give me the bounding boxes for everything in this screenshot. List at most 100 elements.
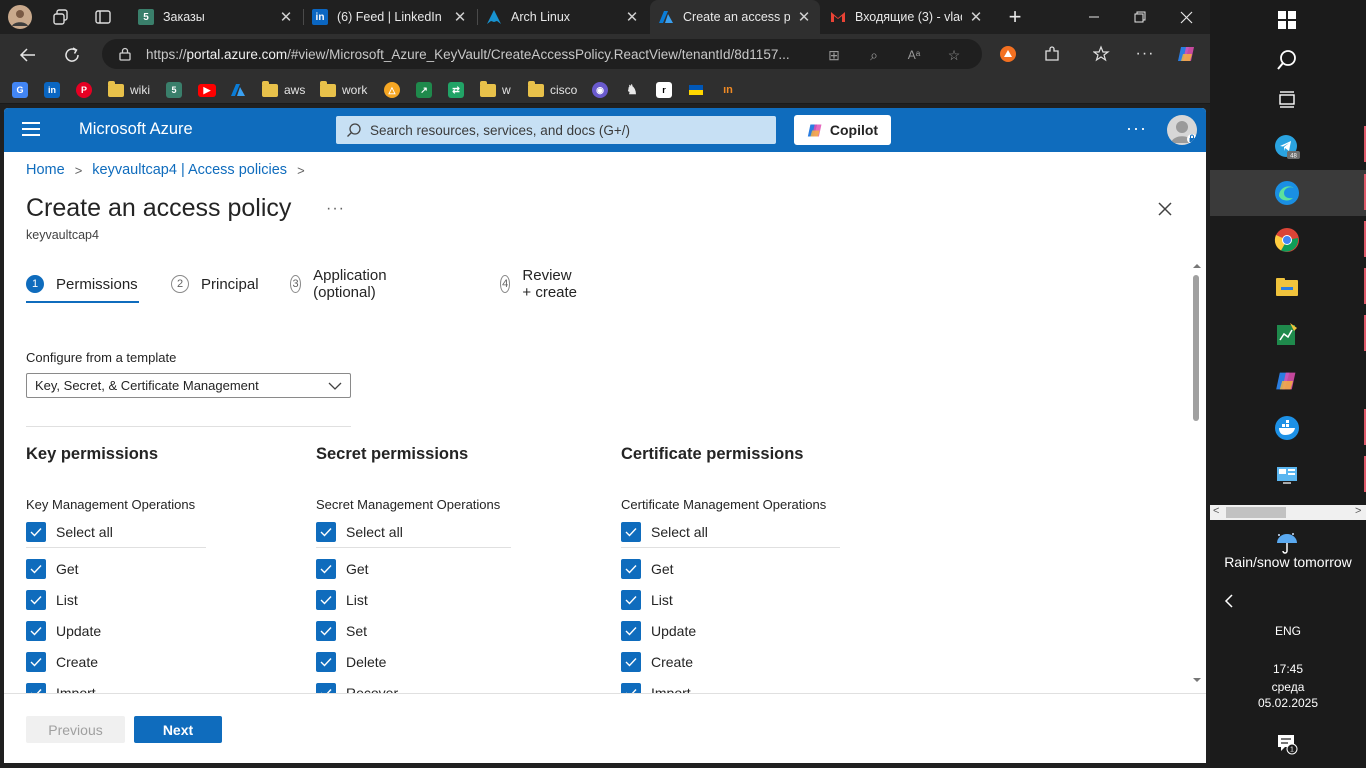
checkbox-list[interactable]: List	[26, 590, 78, 610]
checkbox-create[interactable]: Create	[621, 652, 693, 672]
step-review-create[interactable]: 4 Review + create	[500, 267, 579, 301]
bookmark-pinterest[interactable]: P	[76, 81, 92, 99]
bookmark-folder-w[interactable]: w	[480, 80, 511, 99]
bookmark-r[interactable]: r	[656, 81, 672, 99]
checkbox-select-all[interactable]: Select all	[26, 522, 113, 542]
checkbox-get[interactable]: Get	[621, 559, 674, 579]
close-tab-icon[interactable]: ✕	[452, 8, 468, 26]
azure-brand[interactable]: Microsoft Azure	[79, 120, 193, 139]
bookmark-azure[interactable]	[230, 81, 246, 99]
step-application[interactable]: 3 Application (optional)	[290, 267, 393, 301]
minimize-button[interactable]	[1071, 0, 1117, 34]
content-scrollbar[interactable]	[1190, 261, 1202, 688]
clock-time[interactable]: 17:45	[1210, 662, 1366, 676]
close-tab-icon[interactable]: ✕	[624, 8, 640, 26]
checkbox-create[interactable]: Create	[26, 652, 98, 672]
favorites-icon[interactable]	[1090, 42, 1114, 66]
close-tab-icon[interactable]: ✕	[968, 8, 984, 26]
checkbox-list[interactable]: List	[316, 590, 368, 610]
header-more-icon[interactable]: ···	[1126, 118, 1147, 139]
next-button[interactable]: Next	[134, 716, 222, 743]
telegram-icon[interactable]: 48	[1272, 132, 1302, 162]
bookmark-folder-work[interactable]: work	[320, 80, 367, 99]
restore-button[interactable]	[1117, 0, 1163, 34]
docker-icon[interactable]	[1272, 413, 1302, 443]
checkbox-list[interactable]: List	[621, 590, 673, 610]
checkbox-checked-icon[interactable]	[316, 559, 336, 579]
zoom-icon[interactable]: ⌕	[864, 45, 884, 65]
read-aloud-icon[interactable]: Aᵃ	[904, 45, 924, 65]
checkbox-checked-icon[interactable]	[26, 522, 46, 542]
checkbox-checked-icon[interactable]	[621, 652, 641, 672]
bookmark-folder-cisco[interactable]: cisco	[528, 80, 577, 99]
tab-linkedin[interactable]: in (6) Feed | LinkedIn ✕	[304, 0, 476, 34]
user-avatar-icon[interactable]	[1167, 115, 1197, 145]
tab-orders[interactable]: 5 Заказы ✕	[130, 0, 302, 34]
checkbox-checked-icon[interactable]	[621, 590, 641, 610]
bookmark-linkedin[interactable]: in	[44, 81, 60, 99]
start-windows-icon[interactable]	[1272, 5, 1302, 35]
remote-desktop-icon[interactable]	[1272, 460, 1302, 490]
scroll-left-icon[interactable]: <	[1213, 505, 1219, 517]
breadcrumb-access-policies[interactable]: keyvaultcap4 | Access policies	[92, 162, 287, 178]
checkbox-update[interactable]: Update	[26, 621, 101, 641]
task-view-icon[interactable]	[1272, 85, 1302, 115]
checkbox-checked-icon[interactable]	[26, 559, 46, 579]
tab-gmail[interactable]: Входящие (3) - vlady ✕	[822, 0, 992, 34]
checkbox-update[interactable]: Update	[621, 621, 696, 641]
checkbox-checked-icon[interactable]	[316, 652, 336, 672]
bookmark-in[interactable]: ın	[720, 81, 736, 99]
scroll-up-icon[interactable]	[1191, 261, 1203, 271]
checkbox-checked-icon[interactable]	[26, 590, 46, 610]
checkbox-get[interactable]: Get	[26, 559, 79, 579]
copilot-button[interactable]: Copilot	[794, 115, 891, 145]
bookmark-chess[interactable]: ♞	[624, 81, 640, 99]
checkbox-checked-icon[interactable]	[621, 559, 641, 579]
bookmark-folder-wiki[interactable]: wiki	[108, 80, 150, 99]
checkbox-checked-icon[interactable]	[621, 621, 641, 641]
omnibox[interactable]: https://portal.azure.com/#view/Microsoft…	[102, 39, 982, 69]
notifications-icon[interactable]: 1	[1272, 728, 1302, 758]
copilot-taskbar-icon[interactable]	[1272, 366, 1302, 396]
checkbox-checked-icon[interactable]	[316, 522, 336, 542]
bookmark-eye[interactable]: ◉	[592, 81, 608, 99]
checkbox-checked-icon[interactable]	[26, 621, 46, 641]
breadcrumb-home[interactable]: Home	[26, 162, 65, 178]
spreadsheet-app-icon[interactable]	[1272, 319, 1302, 349]
bookmark-green-1[interactable]: ↗	[416, 81, 432, 99]
url-text[interactable]: https://portal.azure.com/#view/Microsoft…	[146, 47, 806, 62]
tab-arch-linux[interactable]: Arch Linux ✕	[478, 0, 648, 34]
file-explorer-icon[interactable]	[1272, 272, 1302, 302]
bookmark-green-2[interactable]: ⇄	[448, 81, 464, 99]
checkbox-delete[interactable]: Delete	[316, 652, 386, 672]
checkbox-set[interactable]: Set	[316, 621, 367, 641]
extensions-icon[interactable]	[1040, 42, 1064, 66]
new-tab-button[interactable]: +	[1002, 0, 1028, 34]
workspaces-button[interactable]	[52, 0, 76, 34]
weather-text[interactable]: Rain/snow tomorrow	[1210, 554, 1366, 570]
step-principal[interactable]: 2 Principal	[171, 272, 259, 296]
bookmark-five[interactable]: 5	[166, 81, 182, 99]
scrollbar-thumb[interactable]	[1193, 275, 1199, 421]
scroll-down-icon[interactable]	[1191, 675, 1203, 685]
close-tab-icon[interactable]: ✕	[796, 8, 812, 26]
checkbox-checked-icon[interactable]	[26, 652, 46, 672]
checkbox-select-all[interactable]: Select all	[316, 522, 403, 542]
global-search-input[interactable]: Search resources, services, and docs (G+…	[336, 116, 776, 144]
search-icon[interactable]	[1272, 45, 1302, 75]
favorite-star-icon[interactable]: ☆	[944, 45, 964, 65]
close-tab-icon[interactable]: ✕	[278, 8, 294, 26]
close-window-button[interactable]	[1163, 0, 1209, 34]
template-dropdown[interactable]: Key, Secret, & Certificate Management	[26, 373, 351, 398]
back-button[interactable]	[13, 41, 43, 69]
copilot-browser-icon[interactable]	[1175, 42, 1199, 66]
menu-hamburger-icon[interactable]	[22, 122, 40, 136]
profile-avatar[interactable]	[8, 0, 38, 34]
app-available-icon[interactable]: ⊞	[824, 45, 844, 65]
lock-icon[interactable]	[118, 47, 132, 61]
checkbox-checked-icon[interactable]	[316, 621, 336, 641]
bookmark-google-translate[interactable]: G	[12, 81, 28, 99]
tab-actions-button[interactable]	[94, 0, 118, 34]
refresh-button[interactable]	[57, 41, 87, 69]
checkbox-checked-icon[interactable]	[316, 590, 336, 610]
